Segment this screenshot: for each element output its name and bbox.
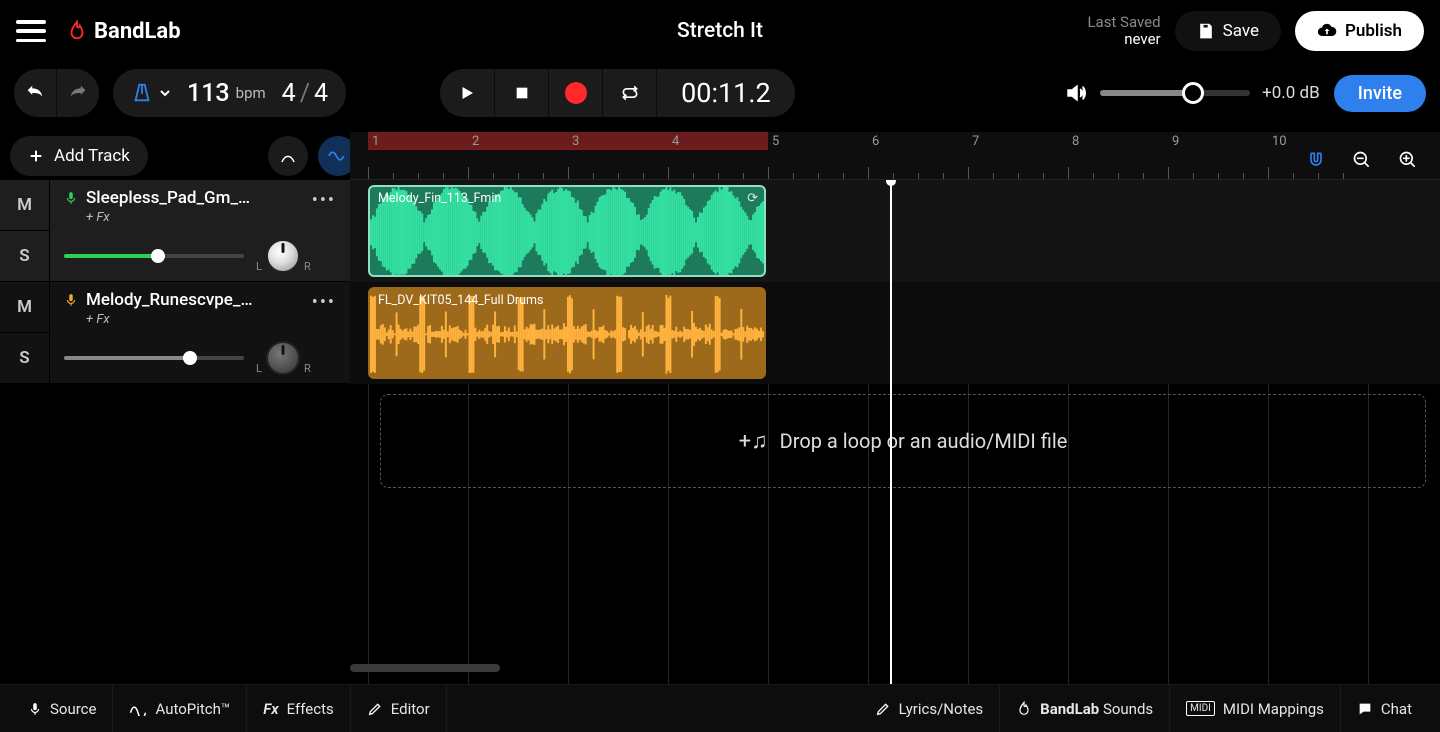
project-title[interactable]: Stretch It	[677, 19, 763, 43]
track-name: Melody_Runescvpe_…	[86, 290, 253, 310]
stop-button[interactable]	[494, 69, 548, 117]
cloud-upload-icon	[1317, 21, 1337, 41]
brand-logo[interactable]: BandLab	[66, 19, 181, 44]
bar-label: 3	[572, 134, 579, 149]
brand-name: BandLab	[94, 19, 181, 44]
bottom-sounds[interactable]: BandLab Sounds	[1000, 685, 1170, 732]
save-icon	[1197, 22, 1215, 40]
tempo-value[interactable]: 113	[187, 79, 230, 108]
loop-button[interactable]	[602, 69, 656, 117]
publish-button[interactable]: Publish	[1295, 11, 1424, 51]
bottom-autopitch[interactable]: AutoPitch™	[113, 685, 247, 732]
mute-button[interactable]: M	[0, 180, 49, 231]
pan-right-label: R	[304, 260, 311, 273]
bar-label: 4	[672, 134, 679, 149]
track-menu-button[interactable]: •••	[312, 292, 336, 313]
speaker-icon[interactable]	[1064, 81, 1088, 105]
play-button[interactable]	[440, 69, 494, 117]
bottom-source[interactable]: Source	[12, 685, 113, 732]
solo-button[interactable]: S	[0, 333, 49, 383]
master-volume-slider[interactable]	[1100, 90, 1250, 96]
audio-clip-0[interactable]: Melody_Fin_113_Fmin ⟳	[368, 185, 766, 277]
flame-icon	[66, 20, 88, 42]
bar-label: 5	[772, 134, 779, 149]
bottom-lyrics[interactable]: Lyrics/Notes	[859, 685, 1001, 732]
zoom-in-button[interactable]	[1388, 140, 1428, 180]
bar-label: 6	[872, 134, 879, 149]
bar-label: 8	[1072, 134, 1079, 149]
last-saved: Last Saved never	[1087, 14, 1160, 49]
track-menu-button[interactable]: •••	[312, 190, 336, 211]
chevron-down-icon	[159, 87, 171, 99]
add-fx-button[interactable]: + Fx	[86, 312, 336, 327]
music-plus-icon: +♫	[739, 428, 768, 454]
track-name: Sleepless_Pad_Gm_…	[86, 188, 250, 208]
mute-button[interactable]: M	[0, 282, 49, 333]
snap-magnet-button[interactable]	[1296, 140, 1336, 180]
bottom-midi[interactable]: MIDIMIDI Mappings	[1170, 685, 1341, 732]
track-volume-slider[interactable]	[64, 356, 244, 360]
master-db-readout: +0.0 dB	[1262, 83, 1320, 103]
bpm-label: bpm	[236, 84, 266, 102]
undo-button[interactable]	[14, 69, 56, 117]
loop-region[interactable]	[368, 132, 768, 150]
track-volume-slider[interactable]	[64, 254, 244, 258]
time-signature[interactable]: 4/4	[282, 79, 328, 108]
clip-label: FL_DV_KIT05_144_Full Drums	[378, 293, 543, 308]
solo-button[interactable]: S	[0, 231, 49, 281]
bar-label: 7	[972, 134, 979, 149]
add-fx-button[interactable]: + Fx	[86, 210, 336, 225]
timeline-ruler[interactable]: 1 2 3 4 5 6 7 8 9 10	[350, 132, 1440, 180]
playhead[interactable]	[890, 180, 892, 684]
audio-clip-1[interactable]: FL_DV_KIT05_144_Full Drums	[368, 287, 766, 379]
bar-label: 9	[1172, 134, 1179, 149]
redo-button[interactable]	[57, 69, 99, 117]
mic-icon	[64, 291, 78, 309]
arrange-canvas[interactable]: Melody_Fin_113_Fmin ⟳ FL_DV_KIT05_144_Fu…	[350, 180, 1440, 684]
invite-button[interactable]: Invite	[1334, 75, 1426, 112]
record-button[interactable]	[548, 69, 602, 117]
bottom-editor[interactable]: Editor	[351, 685, 447, 732]
track-headers-panel: M S Sleepless_Pad_Gm_… + Fx ••• L R	[0, 180, 350, 684]
bar-label: 1	[372, 134, 379, 149]
pan-knob[interactable]	[266, 341, 300, 375]
menu-button[interactable]	[16, 20, 46, 42]
save-button[interactable]: Save	[1175, 11, 1281, 51]
add-track-button[interactable]: Add Track	[10, 136, 148, 176]
horizontal-scrollbar[interactable]	[350, 664, 1440, 674]
bar-label: 2	[472, 134, 479, 149]
history-group	[14, 69, 99, 117]
pan-knob[interactable]	[266, 239, 300, 273]
bottom-chat[interactable]: Chat	[1341, 685, 1428, 732]
drop-zone[interactable]: +♫ Drop a loop or an audio/MIDI file	[380, 394, 1426, 488]
tempo-group: 113 bpm 4/4	[113, 69, 346, 117]
bar-label: 10	[1272, 134, 1287, 149]
clip-label: Melody_Fin_113_Fmin	[378, 191, 501, 206]
mic-icon	[64, 189, 78, 207]
transport-controls: 00:11.2	[440, 69, 795, 117]
timecode[interactable]: 00:11.2	[656, 69, 795, 117]
pan-left-label: L	[256, 260, 262, 273]
zoom-out-button[interactable]	[1342, 140, 1382, 180]
metronome-button[interactable]	[131, 81, 171, 105]
bottom-effects[interactable]: FxEffects	[247, 685, 350, 732]
track-header-0[interactable]: M S Sleepless_Pad_Gm_… + Fx ••• L R	[0, 180, 350, 282]
track-header-1[interactable]: M S Melody_Runescvpe_… + Fx ••• L R	[0, 282, 350, 384]
draw-tool-button[interactable]	[268, 136, 308, 176]
bottom-bar: Source AutoPitch™ FxEffects Editor Lyric…	[0, 684, 1440, 732]
